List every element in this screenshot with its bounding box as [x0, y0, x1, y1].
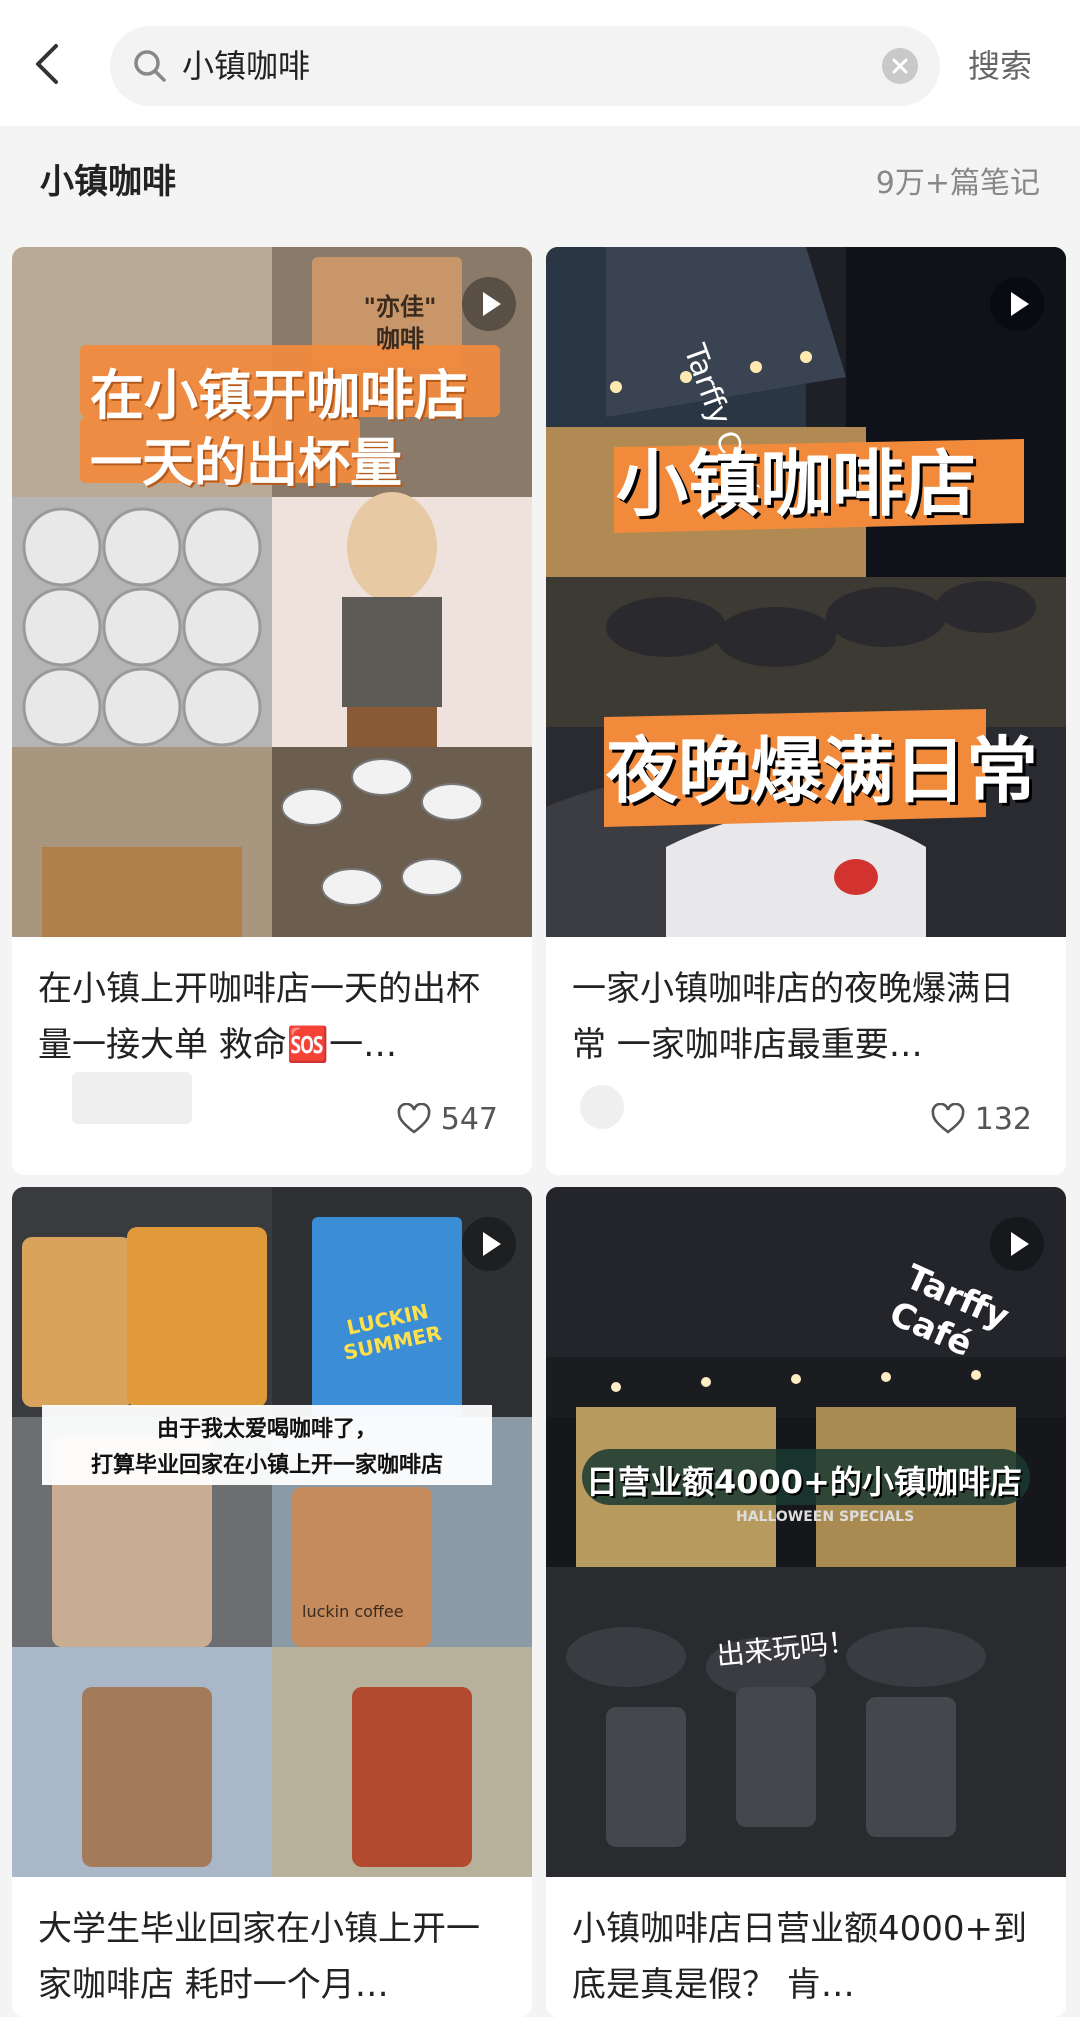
video-play-icon — [462, 277, 516, 331]
heart-icon — [931, 1103, 965, 1134]
video-play-icon — [990, 277, 1044, 331]
cup-print-text: luckin coffee — [302, 1602, 404, 1621]
cover-overlay-line-1: 日营业额4000+的小镇咖啡店 — [586, 1463, 1022, 1501]
search-box[interactable] — [110, 26, 940, 106]
note-card[interactable]: 在小镇开咖啡店 一天的出杯量 "亦佳" 咖啡 在小镇上开咖啡店一天的出杯量一接大… — [12, 247, 532, 1175]
note-cover-image[interactable]: LUCKIN SUMMER luckin coffee 由于我太爱喝咖啡了， 打… — [12, 1187, 532, 1877]
note-title[interactable]: 大学生毕业回家在小镇上开一家咖啡店 耗时一个月… — [38, 1901, 508, 2013]
like-count-value: 547 — [440, 1101, 498, 1137]
cafe-night-image: Tarffy Café — [546, 247, 1066, 937]
note-card[interactable]: Tarffy Café 日营业额4000+的小镇咖啡店 HALLOWEEN SP… — [546, 1187, 1066, 2017]
note-title[interactable]: 在小镇上开咖啡店一天的出杯量一接大单 救命🆘一… — [38, 961, 508, 1073]
cover-overlay-line-2: 一天的出杯量 — [90, 434, 403, 494]
note-cover-image[interactable]: 在小镇开咖啡店 一天的出杯量 "亦佳" 咖啡 — [12, 247, 532, 937]
search-button[interactable]: 搜索 — [968, 30, 1032, 102]
like-count-value: 132 — [974, 1101, 1032, 1137]
results-title: 小镇咖啡 — [40, 162, 176, 202]
cover-overlay-line-1: 由于我太爱喝咖啡了， — [156, 1417, 377, 1442]
cover-overlay-line-2: 打算毕业回家在小镇上开一家咖啡店 — [90, 1453, 443, 1478]
note-title[interactable]: 一家小镇咖啡店的夜晚爆满日常 一家咖啡店最重要… — [572, 961, 1042, 1073]
video-play-icon — [990, 1217, 1044, 1271]
shop-sign-text: "亦佳" 咖啡 — [363, 293, 437, 353]
back-arrow-icon[interactable] — [28, 40, 68, 88]
search-input[interactable] — [182, 26, 822, 106]
author-avatar[interactable] — [72, 1072, 192, 1124]
cover-sub-caption: HALLOWEEN SPECIALS — [736, 1509, 915, 1525]
results-count: 9万+篇笔记 — [875, 166, 1040, 201]
note-card[interactable]: LUCKIN SUMMER luckin coffee 由于我太爱喝咖啡了， 打… — [12, 1187, 532, 2017]
search-icon — [134, 50, 166, 82]
like-count[interactable]: 547 — [397, 1099, 498, 1139]
video-play-icon — [462, 1217, 516, 1271]
top-bar: 搜索 — [0, 0, 1080, 126]
clear-icon[interactable] — [882, 48, 918, 84]
cover-overlay-line-1: 在小镇开咖啡店 — [90, 364, 468, 427]
heart-icon — [397, 1103, 431, 1134]
results-header: 小镇咖啡 9万+篇笔记 — [0, 126, 1080, 232]
cover-overlay-line-2: 夜晚爆满日常 — [606, 729, 1039, 813]
like-count[interactable]: 132 — [931, 1099, 1032, 1139]
note-title[interactable]: 小镇咖啡店日营业额4000+到底是真是假？ 肯… — [572, 1901, 1042, 2013]
note-cover-image[interactable]: Tarffy Café 小镇咖啡店 夜晚爆满日常 — [546, 247, 1066, 937]
note-cover-image[interactable]: Tarffy Café 日营业额4000+的小镇咖啡店 HALLOWEEN SP… — [546, 1187, 1066, 1877]
note-card[interactable]: Tarffy Café 小镇咖啡店 夜晚爆满日常 一家小镇咖啡店的夜晚爆满日常 … — [546, 247, 1066, 1175]
author-avatar[interactable] — [580, 1085, 624, 1129]
cover-overlay-line-1: 小镇咖啡店 — [616, 442, 977, 526]
coffee-cups-image — [12, 1187, 532, 1877]
